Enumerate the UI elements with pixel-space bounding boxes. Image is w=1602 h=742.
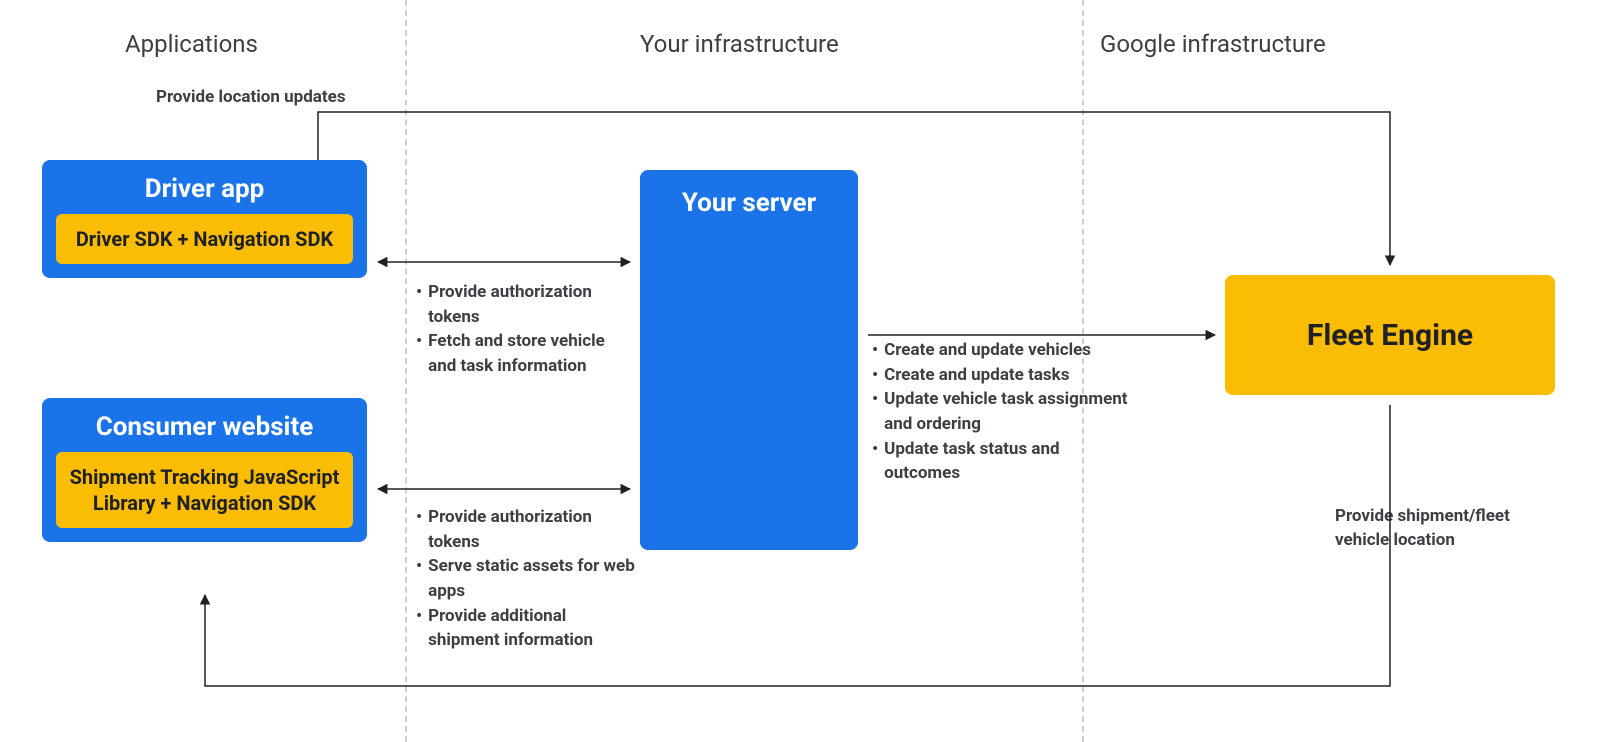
driver-app-chip: Driver SDK + Navigation SDK <box>56 214 353 264</box>
driver-app-box: Driver app Driver SDK + Navigation SDK <box>42 160 367 278</box>
label-provide-location: Provide location updates <box>156 86 346 110</box>
bullets-driver-server: •Provide authorization tokens•Fetch and … <box>416 280 636 379</box>
consumer-website-chip: Shipment Tracking JavaScript Library + N… <box>56 452 353 528</box>
driver-app-title: Driver app <box>56 174 353 204</box>
section-your-infra: Your infrastructure <box>640 30 839 58</box>
your-server-title: Your server <box>640 188 858 218</box>
bullets-server-fleet: •Create and update vehicles•Create and u… <box>872 338 1132 486</box>
section-applications: Applications <box>125 30 258 58</box>
fleet-engine-title: Fleet Engine <box>1307 318 1473 353</box>
bullets-consumer-server: •Provide authorization tokens•Serve stat… <box>416 505 636 653</box>
divider-1 <box>405 0 407 742</box>
label-provide-shipment: Provide shipment/fleet vehicle location <box>1335 505 1565 553</box>
your-server-box: Your server <box>640 170 858 550</box>
fleet-engine-box: Fleet Engine <box>1225 275 1555 395</box>
consumer-website-title: Consumer website <box>56 412 353 442</box>
consumer-website-box: Consumer website Shipment Tracking JavaS… <box>42 398 367 542</box>
section-google-infra: Google infrastructure <box>1100 30 1326 58</box>
